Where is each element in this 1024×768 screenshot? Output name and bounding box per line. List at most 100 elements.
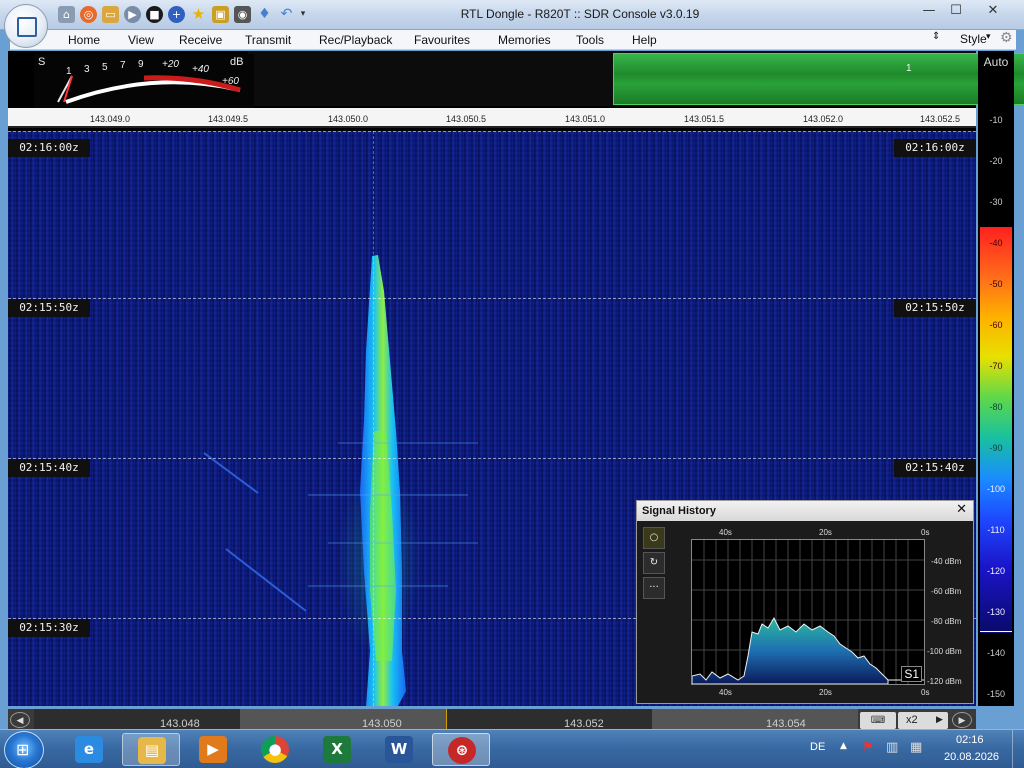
taskbar-media-player[interactable]: ▶: [184, 733, 242, 766]
clock-time[interactable]: 02:16: [956, 734, 984, 746]
tray-network-icon[interactable]: ▦: [910, 740, 922, 755]
time-gridline: [8, 458, 976, 459]
menu-receive[interactable]: Receive: [179, 33, 222, 47]
timestamp-right: 02:15:50z: [894, 299, 976, 317]
help-ring-icon[interactable]: ◎: [80, 6, 97, 23]
scroll-right-button[interactable]: ▶: [952, 712, 972, 728]
db-level-label: -50: [989, 279, 1003, 289]
record-toggle-button[interactable]: ○: [643, 527, 665, 549]
language-indicator[interactable]: DE: [810, 741, 825, 753]
taskbar-word[interactable]: W: [370, 733, 428, 766]
minimize-button[interactable]: —: [916, 2, 942, 20]
timestamp-right: 02:16:00z: [894, 139, 976, 157]
zoom-selector[interactable]: x2 ▶: [898, 712, 948, 729]
zoom-arrow-icon: ▶: [936, 714, 943, 724]
s-meter-db-label: dB: [230, 56, 244, 68]
style-menu[interactable]: Style: [960, 32, 987, 46]
taskbar-chrome[interactable]: ●: [246, 733, 304, 766]
s-meter-scale: 5: [102, 62, 108, 73]
dbm-axis-label: -40 dBm: [931, 557, 962, 566]
s-meter-scale: +20: [162, 59, 179, 70]
db-level-label: -130: [986, 607, 1005, 617]
app-grid-icon: [17, 17, 37, 37]
style-updown-icon[interactable]: ⇕: [932, 31, 940, 42]
scroll-left-button[interactable]: ◀: [10, 712, 30, 728]
dbm-axis-label: -120 dBm: [927, 677, 962, 686]
menu-bar: Home View Receive Transmit Rec/Playback …: [10, 30, 1016, 50]
taskbar-sdr-console[interactable]: ⊛: [432, 733, 490, 766]
signal-history-plot: S1: [691, 539, 925, 685]
menu-memories[interactable]: Memories: [498, 33, 551, 47]
db-level-label: -80: [989, 402, 1003, 412]
passband-filter[interactable]: [613, 53, 1024, 105]
menu-rec-playback[interactable]: Rec/Playback: [319, 33, 392, 47]
clock-date[interactable]: 20.08.2026: [944, 751, 999, 763]
signal-history-graph: [691, 540, 924, 685]
scale-segment-dark: [446, 709, 652, 731]
tray-device-icon[interactable]: ▥: [886, 740, 898, 755]
timestamp-left: 02:16:00z: [8, 139, 90, 157]
quick-access-dropdown-icon[interactable]: ▾: [298, 6, 308, 23]
taskbar-excel[interactable]: X: [308, 733, 366, 766]
db-level-label: -60: [989, 320, 1003, 330]
keyboard-button[interactable]: ⌨: [860, 712, 896, 729]
freq-tick-label: 143.049.0: [90, 114, 131, 124]
maximize-button[interactable]: ☐: [943, 2, 969, 20]
auto-scale-button[interactable]: Auto: [978, 55, 1014, 69]
s-meter-scale: 9: [138, 59, 144, 70]
menu-view[interactable]: View: [128, 33, 154, 47]
drop-icon[interactable]: ♦: [256, 6, 273, 23]
camera-icon[interactable]: ◉: [234, 6, 251, 23]
stop-icon[interactable]: ■: [146, 6, 163, 23]
style-dropdown-icon[interactable]: ▾: [986, 32, 991, 42]
menu-transmit[interactable]: Transmit: [245, 33, 291, 47]
freq-tick-label: 143.050.0: [328, 114, 369, 124]
lock-icon[interactable]: ▣: [212, 6, 229, 23]
db-level-label: -20: [989, 156, 1003, 166]
time-axis-label: 20s: [819, 688, 832, 697]
taskbar-file-explorer[interactable]: ▤: [122, 733, 180, 766]
freq-tick-label: 143.051.0: [565, 114, 606, 124]
spectrum-display[interactable]: 1: [248, 51, 1024, 106]
reset-button[interactable]: ↻: [643, 552, 665, 574]
window-title: RTL Dongle - R820T :: SDR Console v3.0.1…: [460, 7, 700, 21]
windows-logo-icon: ⊞: [16, 740, 30, 759]
taskbar-internet-explorer[interactable]: e: [60, 733, 118, 766]
tray-flag-icon[interactable]: ⚑: [862, 740, 874, 755]
show-desktop-button[interactable]: [1012, 730, 1024, 768]
radio-antenna-icon: ⊛: [448, 737, 476, 764]
menu-home[interactable]: Home: [68, 33, 100, 47]
play-icon[interactable]: ▶: [124, 6, 141, 23]
db-level-label: -90: [989, 443, 1003, 453]
time-axis-label: 0s: [921, 688, 930, 697]
timestamp-left: 02:15:30z: [8, 619, 90, 637]
settings-gear-icon[interactable]: ⚙: [1000, 30, 1013, 46]
db-level-label: -140: [986, 648, 1005, 658]
db-level-label: -150: [986, 689, 1005, 699]
chrome-icon: ●: [261, 736, 289, 763]
home-icon[interactable]: ⌂: [58, 6, 75, 23]
scale-segment-light: [652, 709, 858, 731]
freq-tick-label: 143.051.5: [684, 114, 725, 124]
time-axis-label: 0s: [921, 528, 930, 537]
menu-tools[interactable]: Tools: [576, 33, 604, 47]
s-meter-s-label: S: [38, 56, 46, 68]
bandwidth-scale[interactable]: ◀ 143.048 143.050 143.052 143.054 ⌨ x2 ▶…: [8, 709, 976, 731]
menu-favourites[interactable]: Favourites: [414, 33, 470, 47]
signal-history-titlebar[interactable]: Signal History ✕: [637, 501, 973, 521]
frequency-ruler[interactable]: 143.049.0 143.049.5 143.050.0 143.050.5 …: [8, 108, 976, 128]
add-icon[interactable]: +: [168, 6, 185, 23]
undo-icon[interactable]: ↶: [278, 6, 295, 23]
signal-history-close-button[interactable]: ✕: [956, 502, 967, 517]
folder-icon[interactable]: ▭: [102, 6, 119, 23]
menu-help[interactable]: Help: [632, 33, 657, 47]
more-options-button[interactable]: ···: [643, 577, 665, 599]
word-icon: W: [385, 736, 413, 763]
db-level-label: -110: [987, 525, 1005, 535]
start-button[interactable]: ⊞: [4, 731, 44, 768]
tray-expand-icon[interactable]: ▲: [840, 741, 847, 751]
application-menu-button[interactable]: [4, 4, 48, 48]
close-button[interactable]: ✕: [980, 2, 1006, 20]
favourite-star-icon[interactable]: ★: [190, 6, 207, 23]
time-axis-label: 40s: [719, 528, 732, 537]
